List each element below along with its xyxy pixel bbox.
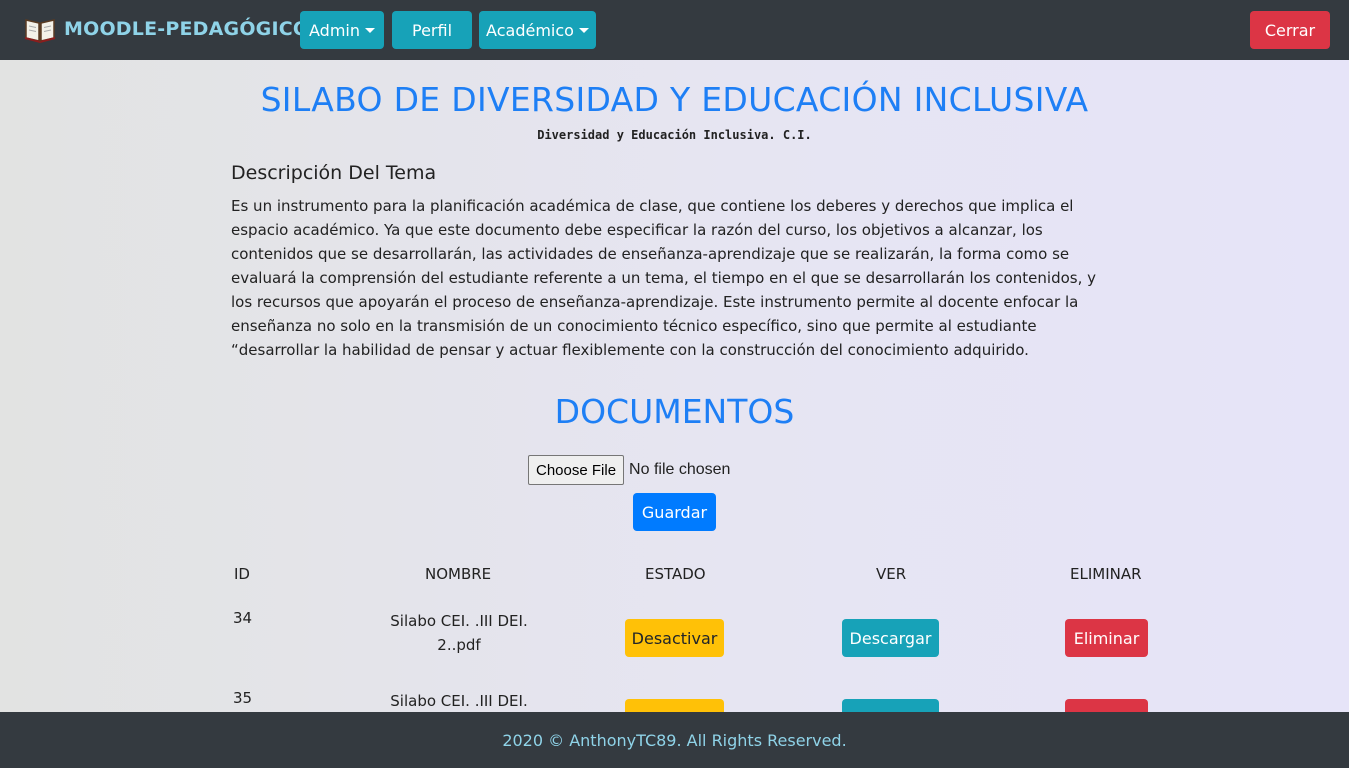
caret-down-icon	[365, 27, 375, 33]
file-status-text: No file chosen	[629, 461, 731, 478]
footer-copyright: 2020 © AnthonyTC89. All Rights Reserved.	[502, 730, 847, 750]
brand[interactable]: MOODLE-PEDAGÓGICO	[24, 14, 309, 44]
file-upload: Choose File No file chosen	[528, 455, 730, 485]
column-header-estado: ESTADO	[645, 565, 706, 583]
row-name: Silabo CEI. .III DEI. 2..pdf	[359, 609, 559, 657]
download-button[interactable]: Descargar	[842, 619, 939, 657]
page-title: SILABO DE DIVERSIDAD Y EDUCACIÓN INCLUSI…	[260, 80, 1089, 119]
logout-label: Cerrar	[1264, 20, 1316, 40]
save-button[interactable]: Guardar	[633, 493, 716, 531]
admin-dropdown-button[interactable]: Admin	[300, 11, 384, 49]
column-header-nombre: NOMBRE	[425, 565, 492, 583]
deactivate-button[interactable]: Desactivar	[625, 619, 724, 657]
academico-dropdown-button[interactable]: Académico	[479, 11, 596, 49]
logout-button[interactable]: Cerrar	[1250, 11, 1330, 49]
row-id: 34	[233, 609, 253, 627]
open-book-icon	[24, 14, 56, 44]
row-name-line1: Silabo CEI. .III DEI.	[390, 692, 528, 710]
row-name-line2: 2..pdf	[437, 636, 481, 654]
perfil-label: Perfil	[411, 20, 453, 40]
academico-label: Académico	[486, 20, 574, 40]
brand-title: MOODLE-PEDAGÓGICO	[64, 18, 310, 40]
column-header-eliminar: ELIMINAR	[1070, 565, 1142, 583]
description-text: Es un instrumento para la planificación …	[231, 197, 1097, 359]
perfil-button[interactable]: Perfil	[392, 11, 472, 49]
description-heading: Descripción Del Tema	[231, 162, 437, 184]
delete-button[interactable]: Eliminar	[1065, 619, 1148, 657]
column-header-ver: VER	[876, 565, 907, 583]
documents-title: DOCUMENTOS	[554, 392, 795, 431]
choose-file-button[interactable]: Choose File	[528, 455, 625, 485]
caret-down-icon	[578, 27, 589, 33]
row-id: 35	[233, 689, 253, 707]
navbar: MOODLE-PEDAGÓGICO Admin Perfil Académico…	[0, 0, 1349, 60]
column-header-id: ID	[234, 565, 250, 583]
admin-label: Admin	[309, 20, 360, 40]
row-name: Silabo CEI. .III DEI.	[359, 689, 559, 713]
page-subtitle: Diversidad y Educación Inclusiva. C.I.	[537, 128, 812, 142]
row-name-line1: Silabo CEI. .III DEI.	[390, 612, 528, 630]
footer: 2020 © AnthonyTC89. All Rights Reserved.	[0, 712, 1349, 768]
